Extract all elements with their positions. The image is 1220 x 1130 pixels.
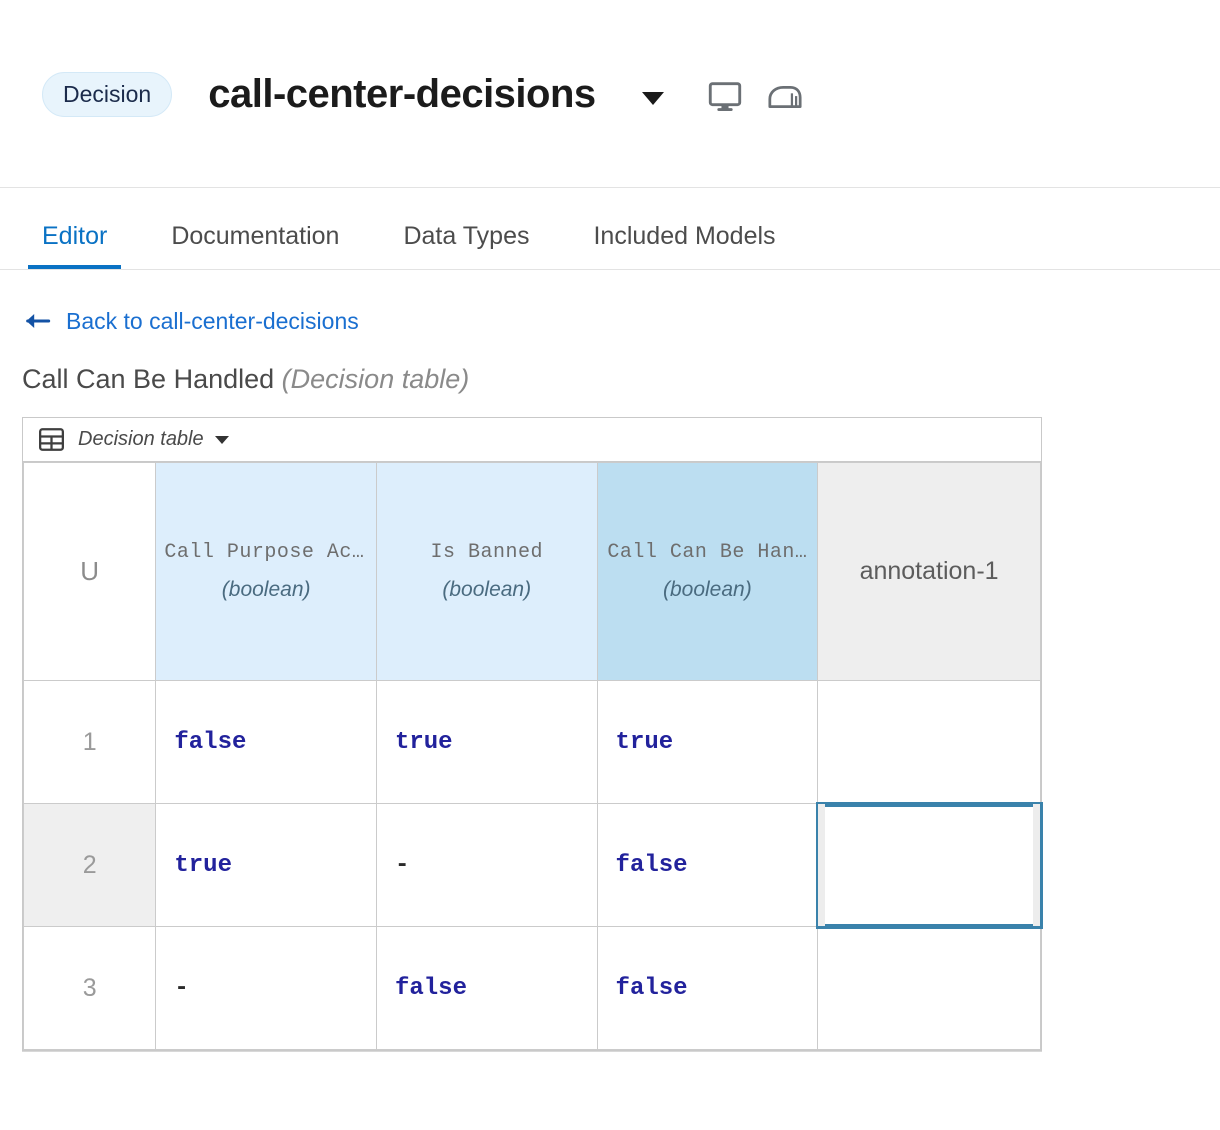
tab-editor[interactable]: Editor bbox=[28, 222, 122, 269]
decision-table-type-label: Decision table bbox=[78, 428, 204, 450]
monitor-icon[interactable] bbox=[708, 80, 742, 114]
node-kind-text: (Decision table) bbox=[281, 364, 470, 394]
rule-cell-annotation[interactable] bbox=[817, 926, 1041, 1050]
tab-included-models[interactable]: Included Models bbox=[579, 222, 789, 269]
column-type: (boolean) bbox=[221, 578, 311, 601]
rule-cell-input-2[interactable]: true bbox=[375, 680, 598, 804]
column-name: Is Banned bbox=[430, 541, 544, 564]
editor-content: Back to call-center-decisions Call Can B… bbox=[0, 270, 1220, 1051]
decision-table-grid: U Call Purpose Accepted (boolean) Is Ban… bbox=[22, 462, 1043, 1050]
rule-cell-annotation-selected[interactable] bbox=[815, 801, 1043, 929]
tab-included-models-label: Included Models bbox=[593, 222, 776, 250]
rule-cell-annotation[interactable] bbox=[817, 680, 1041, 804]
table-row: 1 false true true bbox=[22, 680, 1041, 804]
node-title-text: Call Can Be Handled bbox=[22, 364, 275, 394]
column-header-output-1[interactable]: Call Can Be Han… (boolean) bbox=[596, 462, 819, 681]
row-number[interactable]: 2 bbox=[22, 803, 157, 927]
page-title: call-center-decisions bbox=[208, 72, 596, 116]
column-header-input-1[interactable]: Call Purpose Accepted (boolean) bbox=[155, 462, 377, 681]
decision-table: Decision table U Call Purpose Accepted (… bbox=[22, 417, 1043, 1051]
column-type: (boolean) bbox=[662, 578, 752, 601]
column-header-annotation[interactable]: annotation-1 bbox=[817, 462, 1041, 681]
table-row: 2 true - false bbox=[22, 801, 1043, 929]
tab-documentation[interactable]: Documentation bbox=[157, 222, 353, 269]
column-name: Call Can Be Han… bbox=[607, 541, 808, 564]
decision-table-toolbar[interactable]: Decision table bbox=[23, 418, 1041, 462]
row-number[interactable]: 3 bbox=[22, 926, 157, 1050]
rule-cell-input-1[interactable]: - bbox=[155, 926, 377, 1050]
table-grid-icon bbox=[39, 428, 64, 451]
column-name: Call Purpose Accepted bbox=[164, 541, 368, 564]
rule-cell-input-2[interactable]: - bbox=[375, 803, 598, 927]
app-header: Decision call-center-decisions bbox=[0, 0, 1220, 188]
breadcrumb: Back to call-center-decisions bbox=[22, 306, 1220, 336]
hit-policy-cell[interactable]: U bbox=[22, 462, 157, 681]
rule-cell-output-1[interactable]: true bbox=[596, 680, 819, 804]
rule-cell-input-1[interactable]: true bbox=[155, 803, 377, 927]
model-kind-badge: Decision bbox=[42, 72, 173, 117]
node-title: Call Can Be Handled (Decision table) bbox=[22, 364, 1220, 395]
chevron-down-icon[interactable] bbox=[641, 92, 664, 105]
tab-editor-label: Editor bbox=[42, 222, 108, 250]
arrow-left-icon[interactable] bbox=[22, 310, 52, 332]
back-to-model-link[interactable]: Back to call-center-decisions bbox=[66, 308, 359, 335]
main-tabs: Editor Documentation Data Types Included… bbox=[0, 188, 1220, 270]
rule-cell-input-2[interactable]: false bbox=[375, 926, 598, 1050]
decision-table-header-row: U Call Purpose Accepted (boolean) Is Ban… bbox=[22, 462, 1041, 681]
column-type: (boolean) bbox=[442, 578, 532, 601]
tab-documentation-label: Documentation bbox=[171, 222, 340, 250]
server-icon[interactable] bbox=[768, 80, 802, 114]
rule-cell-input-1[interactable]: false bbox=[155, 680, 377, 804]
rule-cell-output-1[interactable]: false bbox=[596, 803, 819, 927]
table-row: 3 - false false bbox=[22, 926, 1041, 1050]
model-header-row: Decision call-center-decisions bbox=[42, 72, 802, 117]
rule-cell-output-1[interactable]: false bbox=[596, 926, 819, 1050]
column-header-input-2[interactable]: Is Banned (boolean) bbox=[375, 462, 598, 681]
tab-data-types-label: Data Types bbox=[403, 222, 530, 250]
caret-down-icon[interactable] bbox=[214, 435, 229, 444]
tab-data-types[interactable]: Data Types bbox=[389, 222, 543, 269]
row-number[interactable]: 1 bbox=[22, 680, 157, 804]
